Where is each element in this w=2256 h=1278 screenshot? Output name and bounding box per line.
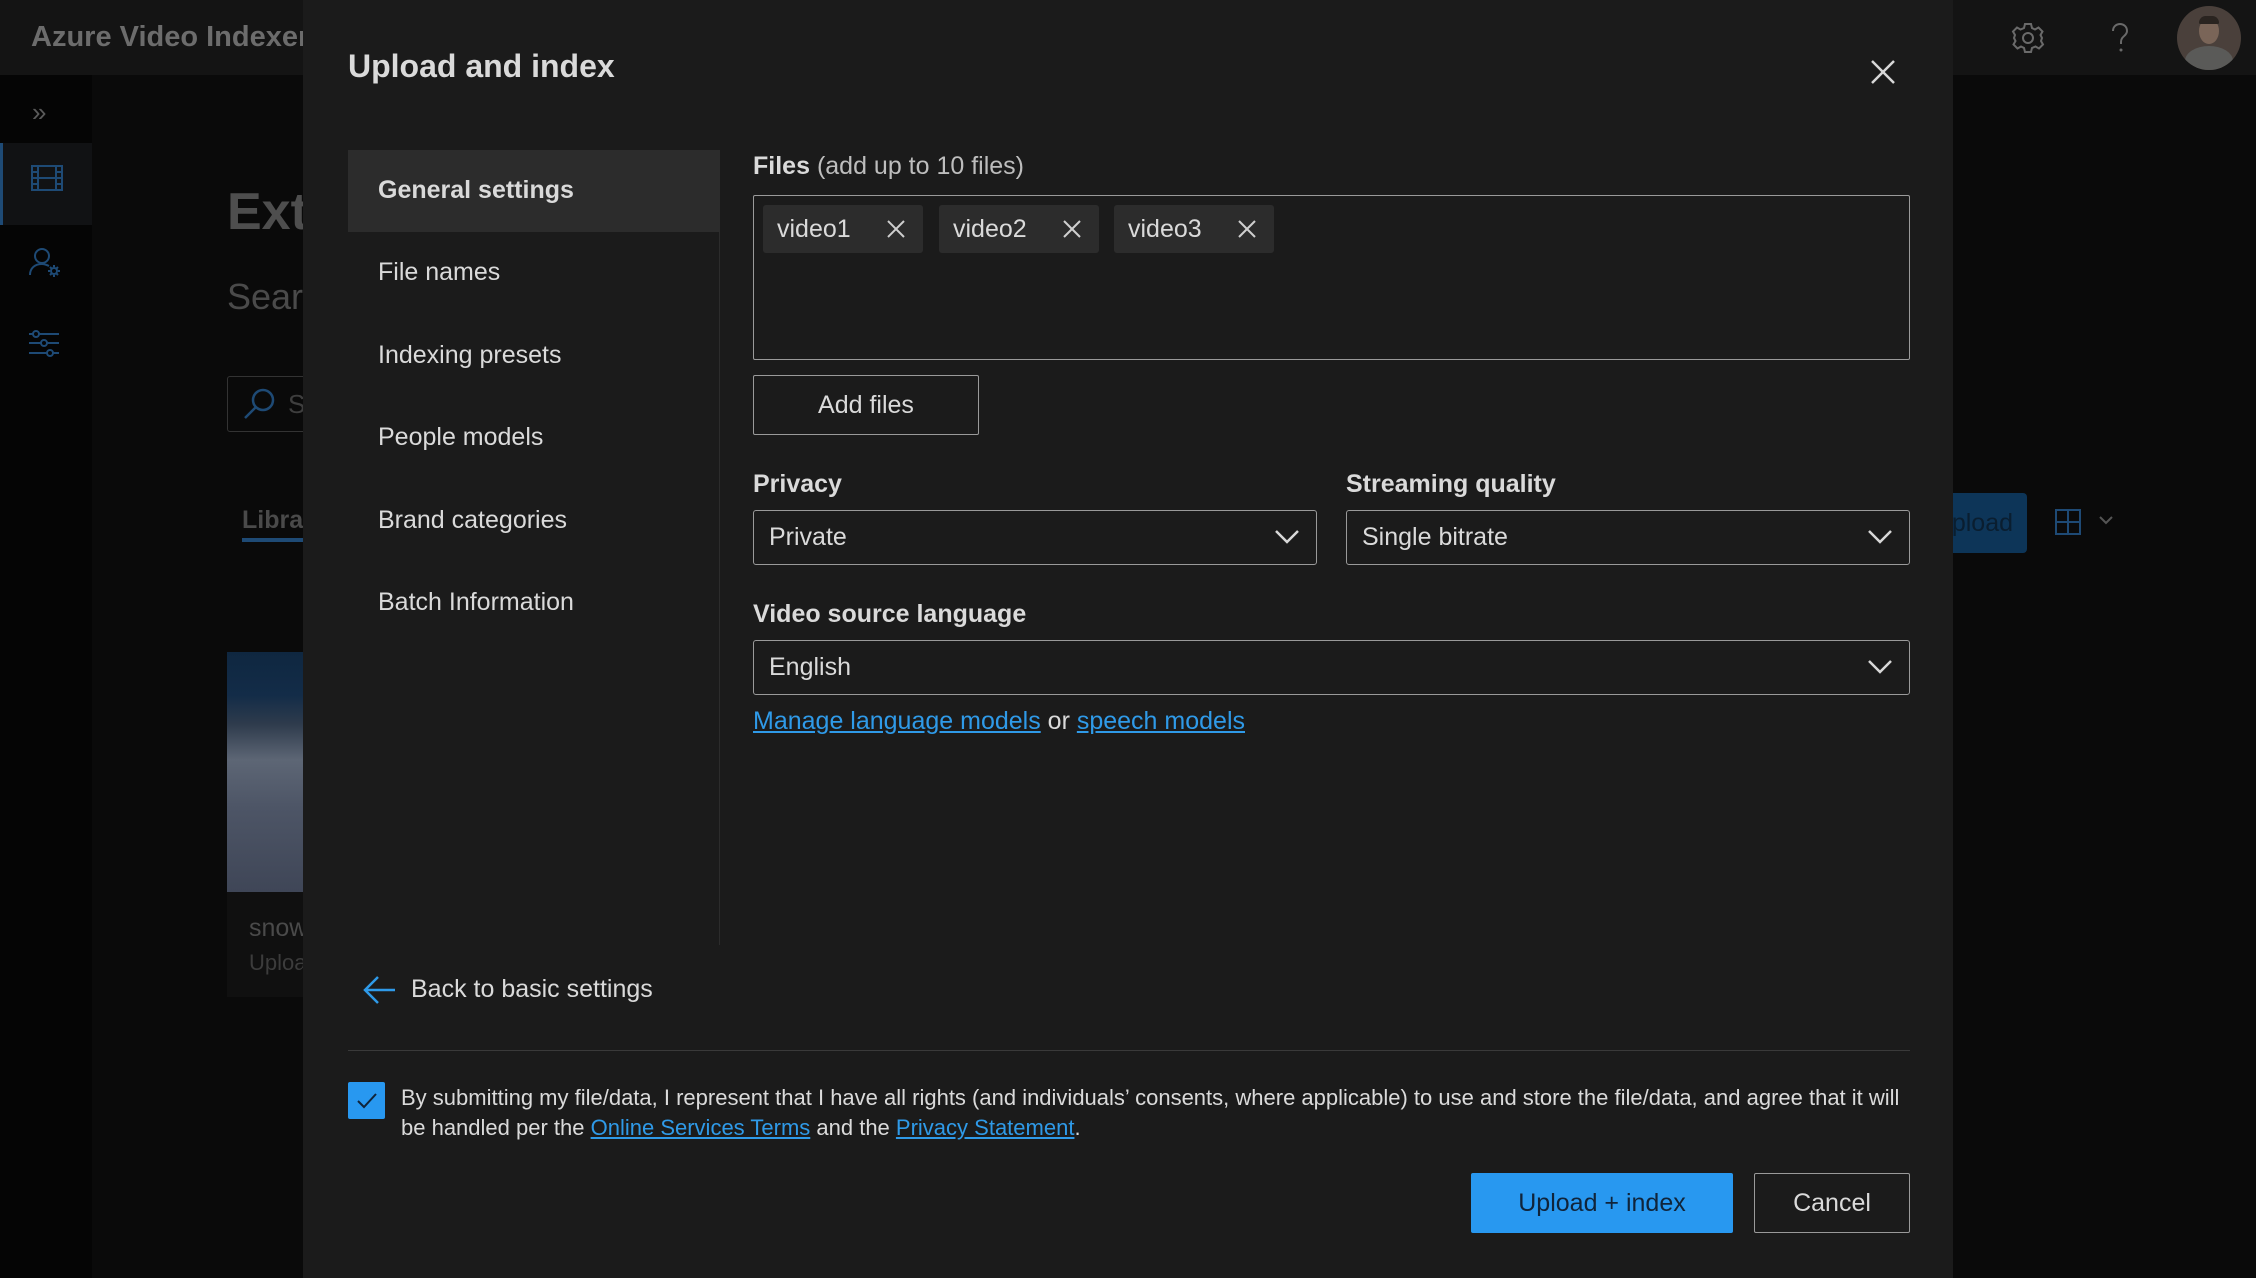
avatar[interactable] (2177, 6, 2241, 70)
consent-text: By submitting my file/data, I represent … (401, 1085, 1900, 1140)
cancel-button[interactable]: Cancel (1754, 1173, 1910, 1233)
nav-item-model-customization[interactable] (0, 225, 92, 307)
remove-file-icon[interactable] (1236, 218, 1258, 240)
file-chip: video2 (939, 205, 1099, 253)
file-chip-name: video1 (777, 215, 851, 243)
chevron-down-icon (1868, 660, 1892, 674)
upload-and-index-button[interactable]: Upload + index (1471, 1173, 1733, 1233)
file-chip: video1 (763, 205, 923, 253)
video-card-title: snow (249, 914, 308, 942)
or-text: or (1040, 707, 1077, 735)
gear-icon[interactable] (2010, 20, 2046, 56)
online-services-terms-link[interactable]: Online Services Terms (591, 1115, 811, 1140)
manage-language-models-link[interactable]: Manage language models (753, 707, 1041, 735)
consent-checkbox[interactable] (348, 1082, 385, 1119)
privacy-dropdown[interactable]: Private (753, 510, 1317, 565)
close-icon[interactable] (1863, 52, 1903, 92)
streaming-quality-dropdown[interactable]: Single bitrate (1346, 510, 1910, 565)
remove-file-icon[interactable] (1061, 218, 1083, 240)
app-title: Azure Video Indexer (31, 21, 310, 53)
add-files-button[interactable]: Add files (753, 375, 979, 435)
video-source-language-value: English (769, 653, 851, 681)
checkmark-icon (357, 1093, 377, 1109)
side-menu-file-names[interactable]: File names (348, 232, 720, 314)
chevron-down-icon (1868, 530, 1892, 544)
dialog-title: Upload and index (348, 48, 615, 84)
help-icon[interactable] (2102, 20, 2138, 56)
side-menu-general-settings[interactable]: General settings (348, 150, 720, 232)
video-source-language-dropdown[interactable]: English (753, 640, 1910, 695)
nav-item-settings[interactable] (0, 307, 92, 389)
side-menu-batch-information[interactable]: Batch Information (348, 562, 720, 644)
search-icon (244, 388, 275, 419)
privacy-label: Privacy (753, 470, 842, 498)
background-heading: Ext (227, 183, 308, 241)
person-settings-icon (29, 248, 60, 277)
files-hint: (add up to 10 files) (816, 152, 1025, 180)
grid-view-icon[interactable] (2055, 509, 2081, 535)
upload-and-index-dialog: Upload and index General settings File n… (303, 0, 1953, 1278)
side-menu-indexing-presets[interactable]: Indexing presets (348, 315, 720, 397)
left-nav: » (0, 75, 92, 1278)
expand-nav-icon[interactable]: » (32, 97, 46, 128)
privacy-value: Private (769, 523, 847, 551)
video-source-language-label: Video source language (753, 600, 1027, 628)
model-links: Manage language models or speech models (753, 707, 1245, 736)
sliders-icon (29, 330, 59, 357)
footer-divider (348, 1050, 1910, 1051)
settings-side-menu: General settings File names Indexing pre… (348, 150, 720, 945)
speech-models-link[interactable]: speech models (1077, 707, 1245, 735)
chevron-down-icon[interactable] (2098, 514, 2114, 526)
privacy-statement-link[interactable]: Privacy Statement (896, 1115, 1075, 1140)
background-upload-button[interactable]: pload (1940, 493, 2027, 553)
side-menu-brand-categories[interactable]: Brand categories (348, 480, 720, 562)
files-label: Files (add up to 10 files) (753, 152, 1025, 180)
file-chip: video3 (1114, 205, 1274, 253)
streaming-quality-value: Single bitrate (1362, 523, 1508, 551)
arrow-left-icon (363, 976, 395, 1004)
app-root: Azure Video Indexer » Ext Searc S Librar… (0, 0, 2256, 1278)
streaming-quality-label: Streaming quality (1346, 470, 1556, 498)
file-chip-name: video3 (1128, 215, 1202, 243)
film-icon (31, 165, 63, 191)
side-menu-people-models[interactable]: People models (348, 397, 720, 479)
file-chip-name: video2 (953, 215, 1027, 243)
chevron-down-icon (1275, 530, 1299, 544)
video-card-subtitle: Uploa (249, 950, 307, 975)
nav-item-library[interactable] (0, 143, 92, 225)
files-list[interactable]: video1 video2 video3 (753, 195, 1910, 360)
remove-file-icon[interactable] (885, 218, 907, 240)
